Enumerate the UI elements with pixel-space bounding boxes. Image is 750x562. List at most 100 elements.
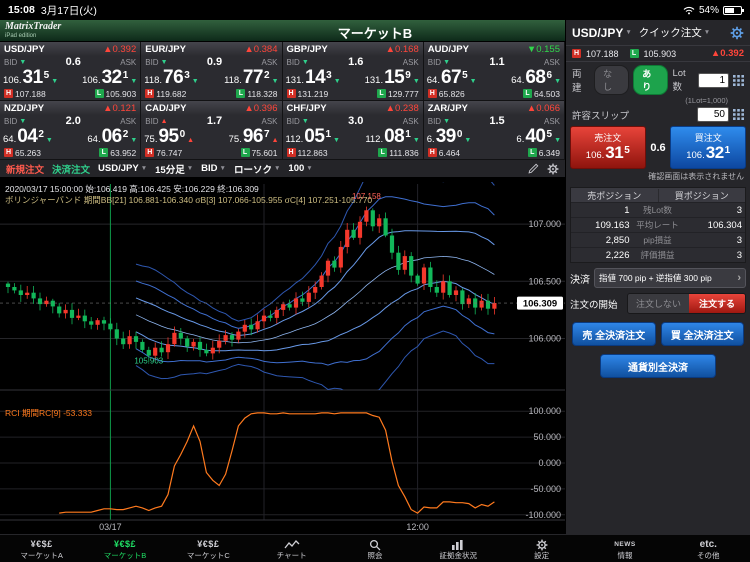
nav-情報[interactable]: NEWS 情報: [583, 535, 666, 562]
low-badge: L: [629, 49, 639, 58]
ask-price[interactable]: 6. 40 5 ▼: [516, 127, 561, 146]
order-settings-gear-icon[interactable]: [730, 26, 744, 40]
high-value: 112.863: [297, 147, 328, 158]
rate-panel-header: CHF/JPY ▲0.238: [282, 101, 423, 115]
order-spread-value: 0.6: [650, 141, 666, 154]
rate-panel-ZAR/JPY[interactable]: ZAR/JPY ▲0.066 BID ▼ 1.5 ASK 6. 39 0 ▼ 6. 40 5…: [423, 101, 565, 160]
new-order-tab[interactable]: 新規注文: [6, 162, 44, 176]
order-pair-select[interactable]: USD/JPY ▼: [572, 26, 632, 40]
rate-panel-USD/JPY[interactable]: USD/JPY ▲0.392 BID ▼ 0.6 ASK 106. 31 5 ▼ 106…: [0, 42, 142, 101]
low-value: 111.836: [389, 147, 419, 158]
tick-arrow-icon: ▼: [443, 58, 451, 66]
bid-price[interactable]: 131. 14 3 ▼: [286, 68, 341, 87]
hedge-label: 両建: [572, 69, 582, 94]
ask-price[interactable]: 118. 77 2 ▼: [224, 68, 278, 87]
settle-label: 決済: [570, 274, 590, 286]
bid-price[interactable]: 118. 76 3 ▼: [144, 68, 198, 87]
buy-close-all-button[interactable]: 買 全決済注文: [660, 322, 744, 346]
pencil-icon[interactable]: [528, 163, 539, 174]
nav-マーケットB[interactable]: ¥€$£ マーケットB: [83, 535, 166, 562]
nav-チャート[interactable]: チャート: [250, 535, 333, 562]
slippage-input[interactable]: 50: [697, 107, 729, 122]
bid-price[interactable]: 112. 05 1 ▼: [286, 127, 340, 146]
bid-price[interactable]: 106. 31 5 ▼: [3, 68, 58, 87]
nav-label: 情報: [617, 551, 633, 561]
daily-change: ▲0.066: [526, 102, 560, 114]
buy-positions-header: 買ポジション: [657, 188, 746, 202]
ask-label: ASK: [261, 116, 278, 126]
chart[interactable]: 107.000 106.500 106.000 100.000 50.000 0.000 -…: [0, 178, 565, 534]
bid-price[interactable]: 64. 04 2 ▼: [3, 127, 53, 146]
ask-price[interactable]: 75. 96 7 ▲: [229, 127, 279, 146]
settle-settings[interactable]: 指値 700 pip + 逆指値 300 pip ›: [594, 268, 746, 288]
bid-label: BID: [145, 57, 159, 67]
tick-arrow-icon: ▼: [301, 58, 309, 66]
sell-order-button[interactable]: 売注文 106. 31 5: [570, 126, 646, 169]
tick-arrow-icon: ▼: [19, 117, 27, 125]
bid-price[interactable]: 75. 95 0 ▲: [144, 127, 194, 146]
rate-panel-NZD/JPY[interactable]: NZD/JPY ▲0.121 BID ▼ 2.0 ASK 64. 04 2 ▼ 64. 0…: [0, 101, 142, 160]
rate-panel-CHF/JPY[interactable]: CHF/JPY ▲0.238 BID ▼ 3.0 ASK 112. 05 1 ▼ 112…: [282, 101, 424, 160]
low-value: 64.503: [534, 88, 560, 99]
gear-icon: [536, 538, 548, 551]
close-order-tab[interactable]: 決済注文: [52, 162, 90, 176]
chart-type-select[interactable]: ローソク ▼: [234, 162, 280, 176]
daily-change: ▲0.392: [103, 43, 137, 55]
rate-panel-AUD/JPY[interactable]: AUD/JPY ▼0.155 BID ▼ 1.1 ASK 64. 67 5 ▼ 64. 6…: [423, 42, 565, 101]
lot-note: (1Lot=1,000): [685, 96, 728, 105]
sell-close-all-button[interactable]: 売 全決済注文: [572, 322, 656, 346]
chart-pair-select[interactable]: USD/JPY ▼: [98, 163, 147, 174]
chart-count-select[interactable]: 100 ▼: [288, 163, 312, 174]
chevron-down-icon: ▼: [219, 165, 226, 172]
chart-gear-icon[interactable]: [547, 163, 559, 175]
low-value: 118.328: [247, 88, 278, 99]
clock: 15:08: [8, 4, 35, 16]
ask-price[interactable]: 112. 08 1 ▼: [365, 127, 419, 146]
lot-input[interactable]: 1: [698, 72, 729, 88]
rate-panel-EUR/JPY[interactable]: EUR/JPY ▲0.384 BID ▼ 0.9 ASK 118. 76 3 ▼ 118…: [141, 42, 283, 101]
nav-設定[interactable]: 設定: [500, 535, 583, 562]
rate-panel-CAD/JPY[interactable]: CAD/JPY ▲0.396 BID ▲ 1.7 ASK 75. 95 0 ▲ 75. 9…: [141, 101, 283, 160]
bid-price[interactable]: 6. 39 0 ▼: [427, 127, 472, 146]
svg-text:-100.000: -100.000: [525, 510, 561, 520]
nav-その他[interactable]: etc. その他: [667, 535, 750, 562]
hedge-on-button[interactable]: あり: [633, 65, 669, 95]
tick-arrow-icon: ▼: [19, 58, 27, 66]
position-row: 2,850 pip損益 3: [571, 232, 745, 247]
ask-price[interactable]: 64. 06 2 ▼: [87, 127, 137, 146]
news-icon: NEWS: [614, 540, 636, 548]
nav-マーケットA[interactable]: ¥€$£ マーケットA: [0, 535, 83, 562]
rate-panel-GBP/JPY[interactable]: GBP/JPY ▲0.168 BID ▼ 1.6 ASK 131. 14 3 ▼ 131…: [282, 42, 424, 101]
ask-price[interactable]: 131. 15 9 ▼: [365, 68, 420, 87]
nav-マーケットC[interactable]: ¥€$£ マーケットC: [167, 535, 250, 562]
buy-position-value: 3: [736, 234, 742, 246]
numpad-icon[interactable]: [733, 109, 744, 120]
sell-positions-header: 売ポジション: [587, 190, 642, 201]
buy-order-button[interactable]: 買注文 106. 32 1: [670, 126, 747, 169]
battery-percent: 54%: [698, 4, 719, 16]
nav-証拠金状況[interactable]: 証拠金状況: [417, 535, 500, 562]
chart-price-type-select[interactable]: BID ▼: [201, 163, 226, 174]
low-value: 75.601: [251, 147, 278, 158]
bid-label: BID: [4, 116, 18, 126]
svg-text:50.000: 50.000: [533, 432, 561, 442]
ask-price[interactable]: 64. 68 6 ▼: [511, 68, 561, 87]
position-row: 109.163 平均レート 106.304: [571, 217, 745, 232]
order-type-select[interactable]: クイック注文 ▼: [639, 25, 710, 40]
close-by-pair-button[interactable]: 通貨別全決済: [600, 354, 716, 378]
order-start-on-button[interactable]: 注文する: [688, 294, 745, 313]
numpad-icon[interactable]: [733, 74, 744, 86]
order-start-off-button[interactable]: 注文しない: [627, 294, 689, 313]
nav-照会[interactable]: 照会: [333, 535, 416, 562]
hedge-off-button[interactable]: なし: [594, 65, 630, 95]
bid-price[interactable]: 64. 67 5 ▼: [427, 68, 477, 87]
order-low-value: 105.903: [643, 48, 677, 59]
nav-label: 照会: [367, 551, 383, 561]
chart-timeframe-select[interactable]: 15分足 ▼: [155, 162, 193, 176]
bid-label: BID: [427, 57, 442, 67]
tick-arrow-icon: ▼: [412, 137, 420, 144]
ask-price[interactable]: 106. 32 1 ▼: [82, 68, 137, 87]
buy-position-value: 3: [736, 204, 742, 216]
chart-toolbar: 新規注文 決済注文 USD/JPY ▼ 15分足 ▼ BID ▼ ローソク ▼ 100 ▼: [0, 160, 565, 178]
chevron-down-icon: ▼: [625, 29, 632, 36]
